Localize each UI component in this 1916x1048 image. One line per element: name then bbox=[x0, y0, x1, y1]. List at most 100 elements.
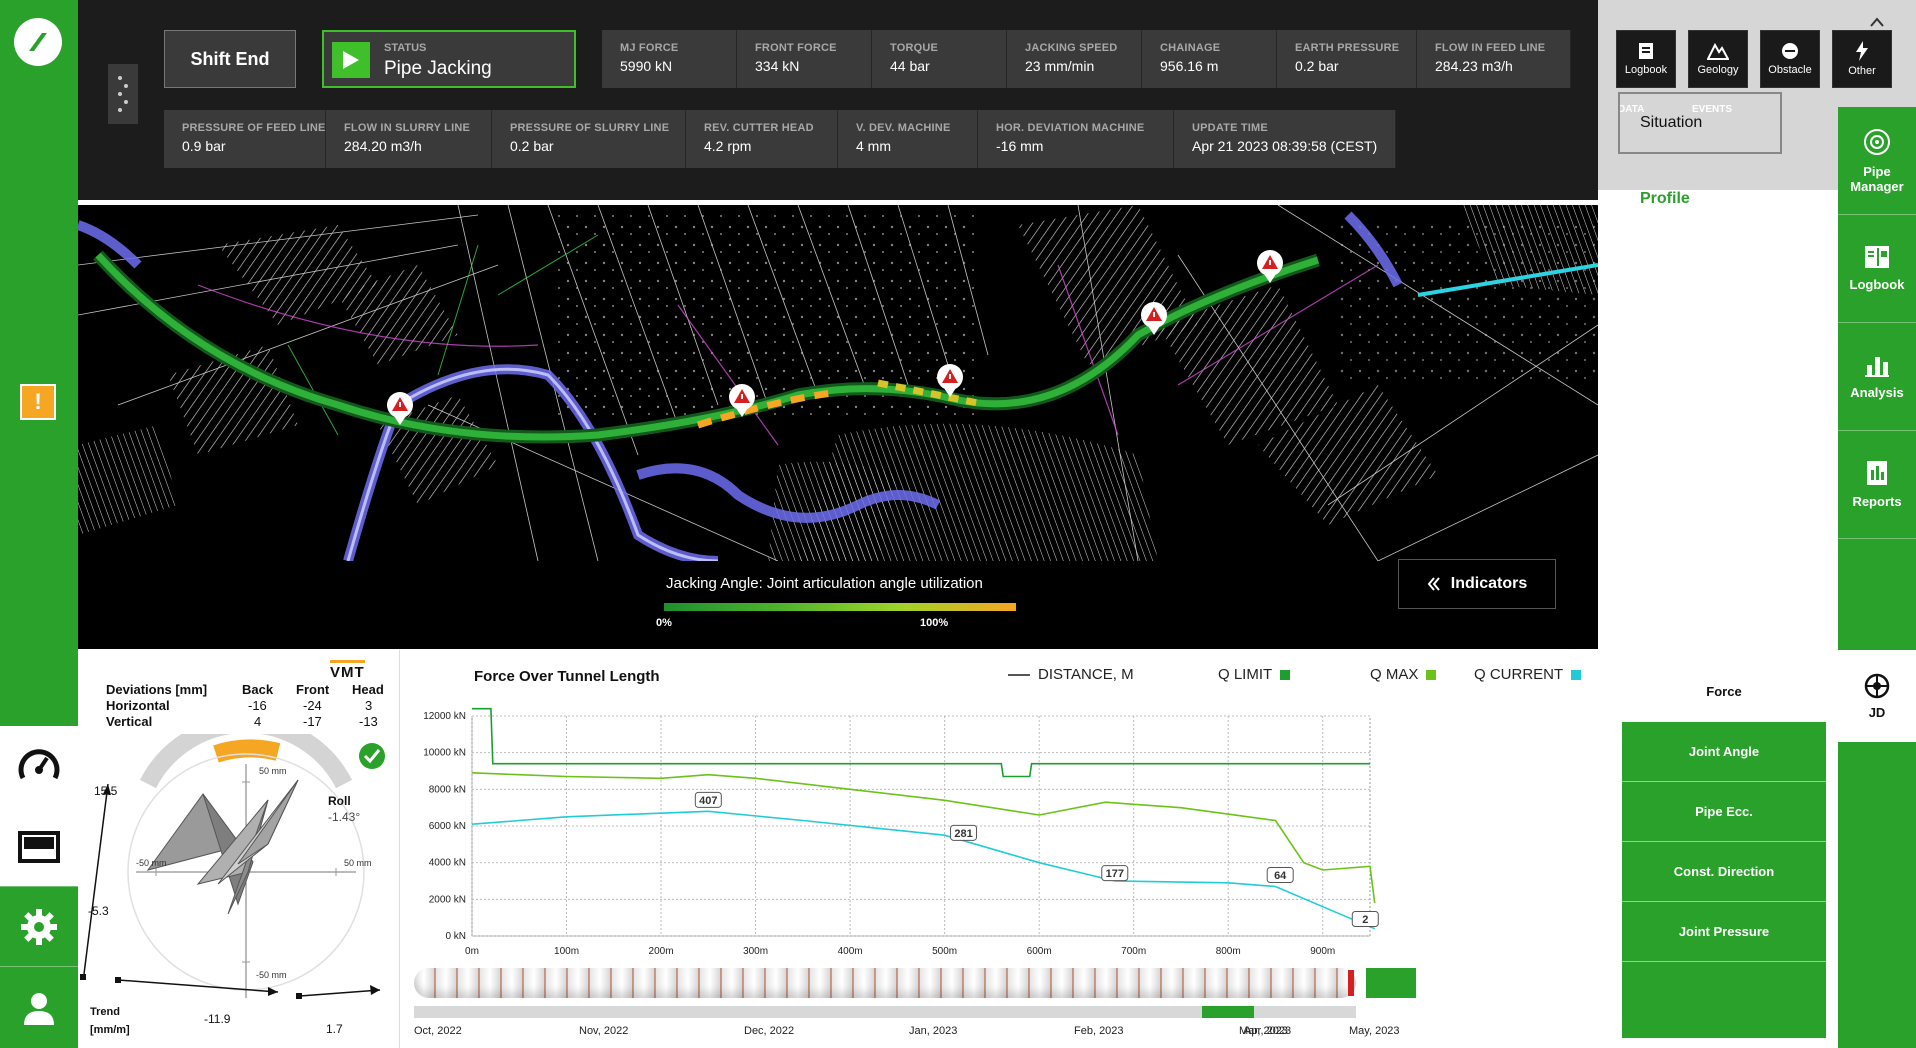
geology-event-button[interactable]: Geology bbox=[1688, 30, 1748, 88]
tab-logbook-label: Logbook bbox=[1849, 277, 1905, 292]
warning-icon[interactable]: ! bbox=[20, 384, 56, 420]
metric-mj-force: MJ FORCE 5990 kN bbox=[602, 30, 737, 88]
logbook-icon bbox=[1639, 43, 1653, 59]
legend-q-current[interactable]: Q CURRENT bbox=[1474, 666, 1582, 683]
map-legend-area: Jacking Angle: Joint articulation angle … bbox=[78, 559, 1598, 649]
status-value: Pipe Jacking bbox=[384, 58, 492, 79]
timeline-date-1: Nov, 2022 bbox=[579, 1025, 629, 1037]
force-menu-header: Force bbox=[1706, 684, 1742, 699]
drag-handle-icon[interactable] bbox=[108, 64, 138, 124]
vertical-label: Vertical bbox=[106, 714, 153, 729]
legend-q-current-swatch bbox=[1571, 669, 1582, 680]
pipe-ecc-button[interactable]: Pipe Ecc. bbox=[1622, 782, 1826, 842]
chart-legend: DISTANCE, M Q LIMIT Q MAX Q CURRENT bbox=[1008, 666, 1608, 686]
metric-jacking-speed: JACKING SPEED 23 mm/min bbox=[1007, 30, 1142, 88]
bar-chart-icon bbox=[1865, 357, 1889, 377]
logbook-event-button[interactable]: Logbook bbox=[1616, 30, 1676, 88]
chevron-up-shape bbox=[1870, 17, 1884, 27]
y-tick-label: 12000 kN bbox=[423, 711, 466, 722]
app-logo[interactable] bbox=[14, 18, 62, 66]
legend-q-limit[interactable]: Q LIMIT bbox=[1218, 666, 1291, 683]
situation-label: Situation bbox=[1640, 114, 1703, 131]
double-chevron-left-icon bbox=[1427, 577, 1440, 591]
settings-button[interactable] bbox=[0, 886, 78, 966]
machine-block[interactable] bbox=[1366, 968, 1416, 998]
data-label: 2 bbox=[1362, 914, 1368, 926]
tab-analysis[interactable]: Analysis bbox=[1838, 323, 1916, 431]
timeline-date-3: Jan, 2023 bbox=[909, 1025, 958, 1037]
data-label: 281 bbox=[954, 828, 972, 840]
vertical-back: 4 bbox=[254, 714, 262, 729]
indicators-button[interactable]: Indicators bbox=[1398, 559, 1556, 609]
deviation-target bbox=[80, 734, 385, 999]
dots-icon bbox=[118, 76, 128, 112]
tab-analysis-label: Analysis bbox=[1850, 385, 1904, 400]
metric-label: CHAINAGE bbox=[1160, 42, 1221, 54]
ok-check-icon bbox=[359, 743, 385, 769]
profile-option[interactable]: Profile bbox=[1640, 190, 1690, 208]
joint-angle-label: Joint Angle bbox=[1688, 744, 1760, 759]
metric-pressure-slurry-line: PRESSURE OF SLURRY LINE 0.2 bar bbox=[492, 110, 686, 168]
geology-event-label: Geology bbox=[1697, 64, 1739, 76]
series-line-q-current bbox=[471, 810, 1376, 930]
obstacle-event-button[interactable]: Obstacle bbox=[1760, 30, 1820, 88]
trend-unit: [mm/m] bbox=[90, 1024, 130, 1036]
force-chart-panel: Force Over Tunnel Length DISTANCE, M Q L… bbox=[400, 650, 1622, 1048]
y-tick-label: 2000 kN bbox=[429, 894, 466, 905]
jd-green-fill bbox=[1838, 742, 1916, 1048]
shift-end-button[interactable]: Shift End bbox=[164, 30, 296, 88]
metric-value: 284.23 m3/h bbox=[1435, 58, 1513, 74]
joint-angle-button[interactable]: Joint Angle bbox=[1622, 722, 1826, 782]
pipe-strip[interactable] bbox=[414, 968, 1356, 998]
display-button[interactable] bbox=[0, 806, 78, 886]
metric-value: 284.20 m3/h bbox=[344, 138, 422, 154]
other-event-label: Other bbox=[1848, 65, 1876, 77]
joint-pressure-label: Joint Pressure bbox=[1678, 924, 1770, 939]
metric-value: 23 mm/min bbox=[1025, 58, 1095, 74]
x-tick-label: 700m bbox=[1121, 946, 1146, 957]
scale-bottom: -50 mm bbox=[256, 970, 287, 980]
pipe-ecc-label: Pipe Ecc. bbox=[1695, 804, 1753, 819]
tab-logbook[interactable]: Logbook bbox=[1838, 215, 1916, 323]
const-direction-button[interactable]: Const. Direction bbox=[1622, 842, 1826, 902]
metric-chainage: CHAINAGE 956.16 m bbox=[1142, 30, 1277, 88]
gauge-button[interactable] bbox=[0, 726, 78, 806]
y-tick-label: 4000 kN bbox=[429, 858, 466, 869]
x-tick-label: 600m bbox=[1027, 946, 1052, 957]
tab-pipe-manager-label: Pipe Manager bbox=[1850, 163, 1904, 194]
tunnel-map[interactable] bbox=[78, 205, 1598, 561]
gear-icon bbox=[21, 908, 57, 945]
x-tick-label: 200m bbox=[649, 946, 674, 957]
metric-label: PRESSURE OF SLURRY LINE bbox=[510, 122, 670, 134]
tab-pipe-manager[interactable]: Pipe Manager bbox=[1838, 107, 1916, 215]
y-tick-label: 8000 kN bbox=[429, 784, 466, 795]
legend-q-max-label: Q MAX bbox=[1370, 666, 1419, 683]
chevron-up-icon[interactable] bbox=[1870, 14, 1884, 27]
legend-q-max[interactable]: Q MAX bbox=[1370, 666, 1437, 683]
metric-label: FLOW IN FEED LINE bbox=[1435, 42, 1546, 54]
user-icon bbox=[24, 992, 54, 1025]
report-icon bbox=[1867, 461, 1887, 485]
y-tick-label: 0 kN bbox=[445, 931, 466, 942]
metric-rev-cutter-head: REV. CUTTER HEAD 4.2 rpm bbox=[686, 110, 838, 168]
force-chart[interactable]: 0 kN 2000 kN 4000 kN 6000 kN 8000 kN 10000 kN… bbox=[400, 696, 1622, 1000]
metric-value: 44 bar bbox=[890, 58, 930, 74]
legend-q-limit-label: Q LIMIT bbox=[1218, 666, 1273, 683]
play-icon[interactable] bbox=[332, 42, 370, 78]
metric-label: PRESSURE OF FEED LINE bbox=[182, 122, 326, 134]
user-button[interactable] bbox=[0, 966, 78, 1048]
vmt-logo: VMT bbox=[330, 660, 365, 681]
deviation-panel: VMT Deviations [mm] Back Front Head Hori… bbox=[78, 650, 400, 1048]
legend-distance[interactable]: DISTANCE, M bbox=[1008, 666, 1134, 683]
legend-max-label: 100% bbox=[920, 617, 949, 629]
geology-icon bbox=[1707, 42, 1729, 60]
vertical-front: -17 bbox=[303, 714, 322, 729]
legend-min-label: 0% bbox=[656, 617, 672, 629]
profile-panel: Profile bbox=[1598, 190, 1838, 250]
joint-pressure-button[interactable]: Joint Pressure bbox=[1622, 902, 1826, 962]
jd-panel[interactable]: JD bbox=[1838, 650, 1916, 742]
other-event-button[interactable]: Other bbox=[1832, 30, 1892, 88]
tab-reports[interactable]: Reports bbox=[1838, 431, 1916, 539]
situation-option[interactable]: Situation bbox=[1618, 92, 1782, 154]
roll-label: Roll bbox=[328, 794, 351, 808]
